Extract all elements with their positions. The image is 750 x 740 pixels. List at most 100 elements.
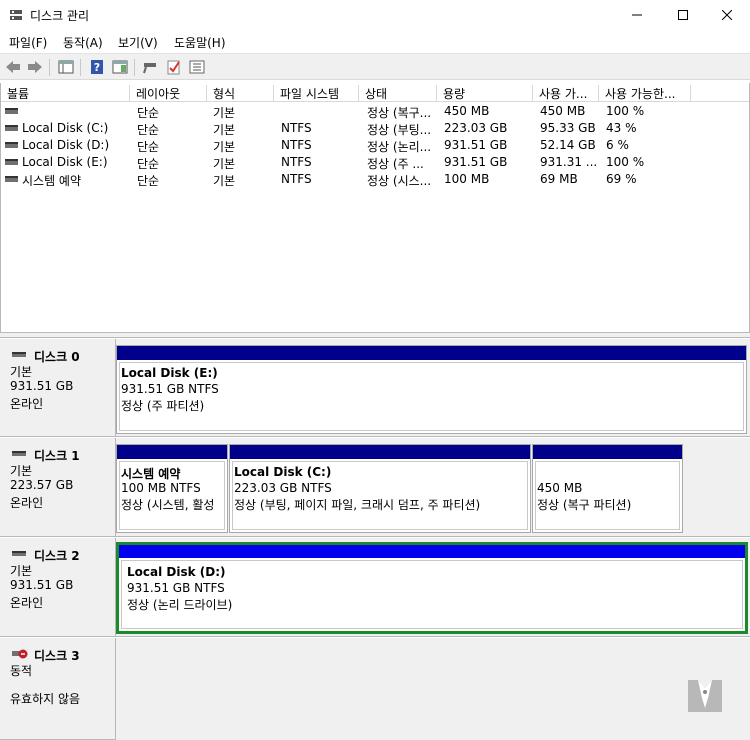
volume-layout: 단순 [137,174,160,188]
disk-row: 디스크 3 동적 유효하지 않음 [0,638,750,740]
partition-size: 931.51 GB NTFS [127,581,225,595]
volume-fs: NTFS [281,155,312,169]
close-button[interactable] [704,0,750,30]
arrow-right-icon [28,61,42,73]
maximize-button[interactable] [660,0,706,30]
svg-text:?: ? [94,61,100,74]
partition[interactable]: 시스템 예약 100 MB NTFS 정상 (시스템, 활성 [116,444,228,533]
connect-button[interactable] [140,58,160,76]
disk-icon [12,451,26,456]
volume-status: 정상 (시스... [367,174,432,188]
table-row[interactable]: Local Disk (D:) 단순 기본 NTFS 정상 (논리... 931… [1,137,749,154]
partition-label: Local Disk (E:) [121,366,218,380]
disk-management-icon [10,10,22,20]
arrow-left-icon [6,61,20,73]
column-capacity[interactable]: 용량 [437,85,533,102]
menu-view[interactable]: 보기(V) [118,34,158,51]
column-layout[interactable]: 레이아웃 [130,85,207,102]
disk-size: 223.57 GB [10,478,74,492]
column-type[interactable]: 형식 [207,85,274,102]
volume-status: 정상 (복구... [367,106,432,120]
partition[interactable]: Local Disk (C:) 223.03 GB NTFS 정상 (부팅, 페… [229,444,531,533]
partition-size: 223.03 GB NTFS [234,481,332,495]
disk-size: 931.51 GB [10,379,74,393]
partition-size: 100 MB NTFS [121,481,201,495]
volume-type: 기본 [213,157,236,171]
column-filesystem[interactable]: 파일 시스템 [274,85,359,102]
menu-help[interactable]: 도움말(H) [174,34,226,51]
table-row[interactable]: Local Disk (C:) 단순 기본 NTFS 정상 (부팅... 223… [1,120,749,137]
volume-name: Local Disk (D:) [22,138,110,152]
disk-map: 디스크 0 기본 931.51 GB 온라인 Local Disk (E:) 9… [0,339,750,740]
disk-label[interactable]: 디스크 2 기본 931.51 GB 온라인 [0,538,116,637]
table-row[interactable]: 시스템 예약 단순 기본 NTFS 정상 (시스... 100 MB 69 MB… [1,171,749,188]
console-tree-button[interactable] [56,58,76,76]
volume-name: 시스템 예약 [22,174,82,188]
partition-status: 정상 (복구 파티션) [537,498,632,512]
column-percent-free[interactable]: 사용 가능한... [599,85,691,102]
volume-name: Local Disk (E:) [22,155,108,169]
partition-bar [117,445,227,459]
disk-partitions: Local Disk (E:) 931.51 GB NTFS 정상 (주 파티션… [116,339,750,437]
disk-state: 온라인 [10,397,44,411]
volume-status: 정상 (논리... [367,140,432,154]
volume-type: 기본 [213,174,236,188]
partition-size: 931.51 GB NTFS [121,382,219,396]
disk-state: 유효하지 않음 [10,692,81,706]
disk-name: 디스크 2 [34,549,80,563]
minimize-button[interactable] [614,0,660,30]
volume-type: 기본 [213,106,236,120]
disk-label[interactable]: 디스크 1 기본 223.57 GB 온라인 [0,438,116,537]
volume-percent: 43 % [606,121,637,135]
pane-splitter[interactable] [0,333,750,338]
panel-icon [58,60,74,74]
disk-label[interactable]: 디스크 3 동적 유효하지 않음 [0,638,116,740]
properties-button[interactable] [110,58,130,76]
volume-layout: 단순 [137,123,160,137]
disk-label[interactable]: 디스크 0 기본 931.51 GB 온라인 [0,339,116,437]
disk-kind: 동적 [10,664,33,678]
list-button[interactable] [187,58,207,76]
partition[interactable]: 450 MB 정상 (복구 파티션) [532,444,683,533]
disk-row: 디스크 1 기본 223.57 GB 온라인 시스템 예약 100 MB NTF… [0,438,750,537]
forward-button[interactable] [25,58,45,76]
checkmark-icon [167,60,180,75]
partition-bar [119,545,745,558]
volume-status: 정상 (주 ... [367,157,424,171]
disk-icon [12,551,26,556]
partition-status: 정상 (주 파티션) [121,399,205,413]
volume-list[interactable]: 볼륨 레이아웃 형식 파일 시스템 상태 용량 사용 가... 사용 가능한..… [0,83,750,333]
disk-icon [12,352,26,357]
column-status[interactable]: 상태 [359,85,437,102]
column-free-space[interactable]: 사용 가... [533,85,599,102]
window-panel-icon [112,60,128,74]
partition-status: 정상 (논리 드라이브) [127,598,233,612]
help-icon: ? [91,60,103,74]
volume-free: 95.33 GB [540,121,596,135]
disk-state: 온라인 [10,596,44,610]
volume-percent: 100 % [606,155,645,169]
volume-icon [5,159,18,165]
partition-selected[interactable]: Local Disk (D:) 931.51 GB NTFS 정상 (논리 드라… [116,542,748,634]
partition[interactable]: Local Disk (E:) 931.51 GB NTFS 정상 (주 파티션… [116,345,747,434]
column-volume[interactable]: 볼륨 [1,85,130,102]
partition-bar [230,445,530,459]
menu-action[interactable]: 동작(A) [63,34,103,51]
table-row[interactable]: Local Disk (E:) 단순 기본 NTFS 정상 (주 ... 931… [1,154,749,171]
minimize-icon [632,14,642,16]
volume-fs: NTFS [281,138,312,152]
table-row[interactable]: 단순 기본 정상 (복구... 450 MB 450 MB 100 % [1,103,749,120]
connect-icon [143,63,156,74]
volume-icon [5,142,18,148]
disk-name: 디스크 1 [34,449,80,463]
back-button[interactable] [3,58,23,76]
disk-state: 온라인 [10,496,44,510]
partition-bar [533,445,682,459]
maximize-icon [678,10,688,20]
check-button[interactable] [164,58,184,76]
disk-partitions [116,638,750,740]
partition-size: 450 MB [537,481,583,495]
partition-bar [117,346,746,360]
menu-file[interactable]: 파일(F) [9,34,47,51]
help-button[interactable]: ? [87,58,107,76]
